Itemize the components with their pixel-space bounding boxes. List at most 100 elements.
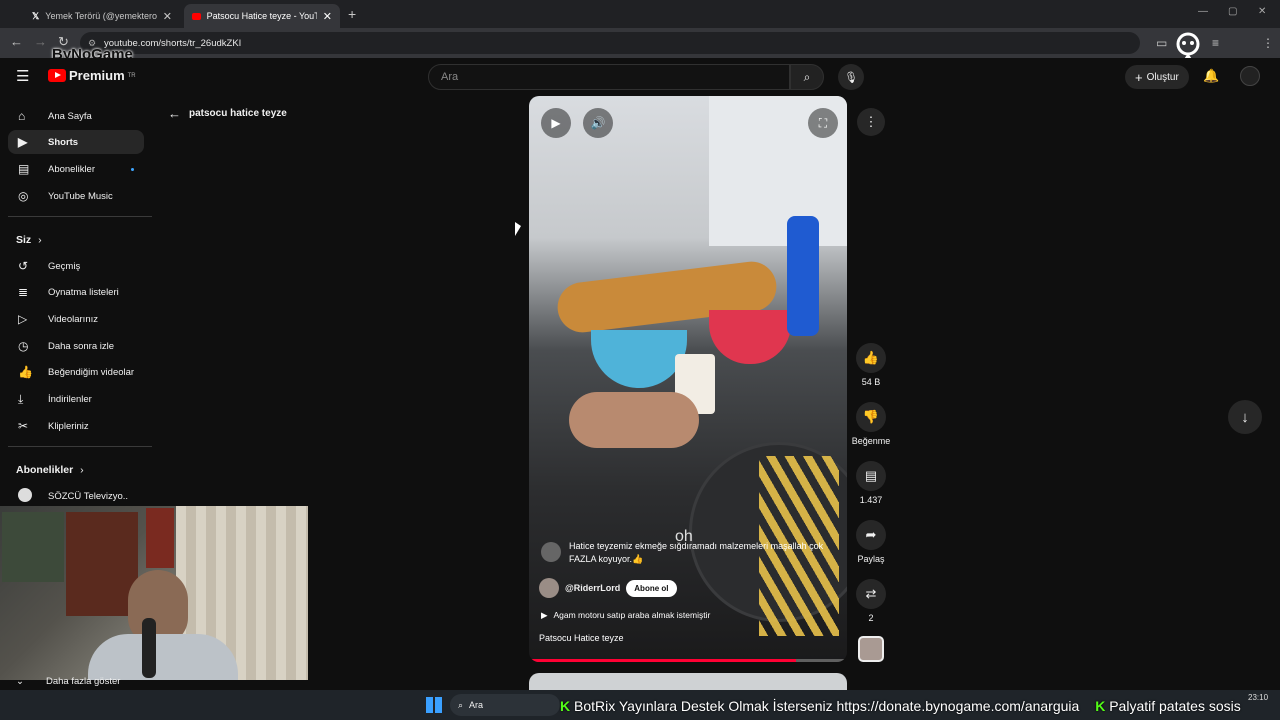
tab-yemek-teroru[interactable]: 𝕏 Yemek Terörü (@yemekteroru_) ✕	[24, 4, 180, 28]
taskbar-search[interactable]: ⌕ Ara	[450, 694, 560, 716]
youtube-icon	[192, 12, 201, 20]
sidebar-item-subscriptions[interactable]: ▤ Abonelikler	[8, 157, 144, 181]
comment-icon: ▤	[856, 461, 886, 491]
short-title[interactable]: Patsocu Hatice teyze	[539, 633, 624, 643]
webcam-poster	[2, 512, 64, 582]
search-input[interactable]: Ara	[428, 64, 790, 90]
history-icon: ↺	[18, 259, 29, 273]
donation-ticker: K BotRix Yayınlara Destek Olmak İstersen…	[560, 698, 1241, 714]
home-icon: ⌂	[18, 109, 26, 123]
minimize-icon[interactable]: —	[1198, 6, 1208, 17]
sidebar-item-shorts[interactable]: ▶ Shorts	[8, 130, 144, 154]
sidebar-item-playlists[interactable]: ≣ Oynatma listeleri	[8, 280, 144, 304]
url-field[interactable]: ⚙ youtube.com/shorts/tr_26udkZKI	[80, 32, 1140, 54]
caption-avatar	[541, 542, 561, 562]
browser-tab-bar: 𝕏 Yemek Terörü (@yemekteroru_) ✕ Patsocu…	[0, 0, 1280, 28]
video-progress-fill	[529, 659, 797, 662]
back-arrow-icon[interactable]: ←	[10, 34, 23, 49]
youtube-play-icon	[48, 69, 66, 82]
music-icon: ◎	[18, 189, 29, 203]
remix-action[interactable]: ⇄ 2	[856, 579, 886, 623]
x-logo-icon: 𝕏	[32, 10, 40, 21]
browser-menu-icon[interactable]: ⋮	[1262, 36, 1274, 50]
sidebar-item-channel-sozcu[interactable]: SÖZCÜ Televizyo...	[8, 484, 144, 508]
playlist-icon: ≣	[18, 285, 29, 299]
streamer-head	[128, 570, 188, 644]
clock: 23:10	[1248, 693, 1269, 702]
video-frame-bowl	[591, 330, 687, 388]
kick-icon: K	[1095, 698, 1106, 714]
fullscreen-icon: ⛶	[818, 115, 828, 130]
webcam-overlay	[0, 506, 308, 680]
new-content-dot	[131, 167, 134, 171]
thumbs-up-icon: 👍	[18, 365, 33, 379]
chevron-down-icon: ⌄	[16, 676, 24, 687]
sidebar-item-history[interactable]: ↺ Geçmiş	[8, 254, 144, 278]
streamer-body	[88, 634, 238, 680]
video-icon: ▷	[18, 312, 28, 326]
tab-patsocu-hatice[interactable]: Patsocu Hatice teyze - YouTube ✕	[184, 4, 340, 28]
short-caption: Hatice teyzemiz ekmeğe sığdıramadı malze…	[541, 540, 831, 566]
volume-button[interactable]: 🔊	[583, 108, 613, 138]
voice-search-button[interactable]: 🎙	[838, 64, 864, 90]
shorts-video-player[interactable]: ▶ 🔊 ⛶ oh Hatice teyzemiz ekmeğe sığdıram…	[529, 96, 847, 662]
cast-icon[interactable]: ▭	[1156, 36, 1167, 50]
sidebar-show-more[interactable]: ⌄ Daha fazla göster	[16, 676, 120, 687]
media-icon[interactable]: ≡	[1212, 36, 1219, 50]
sidebar-item-liked-videos[interactable]: 👍 Beğendiğim videolar	[8, 360, 144, 384]
sidebar-item-your-videos[interactable]: ▷ Videolarınız	[8, 307, 144, 331]
close-tab-icon[interactable]: ✕	[323, 10, 332, 23]
next-short-button[interactable]: ↓	[1228, 400, 1262, 434]
hamburger-menu-icon[interactable]: ☰	[16, 67, 29, 85]
sound-thumbnail[interactable]	[858, 636, 884, 662]
new-tab-icon[interactable]: +	[348, 6, 356, 22]
share-icon: ➦	[856, 520, 886, 550]
comments-action[interactable]: ▤ 1.437	[856, 461, 886, 505]
more-options-button[interactable]: ⋮	[857, 108, 885, 136]
forward-arrow-icon[interactable]: →	[34, 34, 47, 49]
sidebar-item-watch-later[interactable]: ◷ Daha sonra izle	[8, 334, 144, 358]
plus-icon: +	[1135, 69, 1143, 85]
channel-name[interactable]: @RiderrLord	[565, 583, 620, 593]
sidebar-item-clips[interactable]: ✂ Klipleriniz	[8, 414, 144, 438]
play-button[interactable]: ▶	[541, 108, 571, 138]
maximize-icon[interactable]: ▢	[1228, 6, 1237, 17]
channel-row: @RiderrLord Abone ol	[539, 578, 677, 598]
clock-icon: ◷	[18, 339, 29, 353]
download-icon: ⤓	[18, 391, 24, 406]
dislike-action[interactable]: 👎 Beğenme	[850, 402, 892, 446]
music-row[interactable]: ▶ Agam motoru satıp araba almak istemişt…	[541, 610, 710, 621]
subscriptions-section-heading[interactable]: Abonelikler ›	[16, 464, 84, 476]
close-tab-icon[interactable]: ✕	[163, 10, 172, 23]
you-section-heading[interactable]: Siz ›	[16, 234, 42, 246]
more-vertical-icon: ⋮	[864, 114, 878, 129]
notifications-bell-icon[interactable]: 🔔	[1203, 68, 1219, 84]
play-icon: ▶	[551, 116, 561, 130]
youtube-header: ☰ Premium TR Ara ⌕ 🎙 + Oluştur 🔔	[0, 58, 1280, 96]
fullscreen-button[interactable]: ⛶	[808, 108, 838, 138]
shorts-icon: ▶	[18, 135, 28, 149]
sidebar-item-home[interactable]: ⌂ Ana Sayfa	[8, 104, 144, 128]
play-small-icon: ▶	[541, 610, 548, 620]
shorts-back-header[interactable]: ← patsocu hatice teyze	[168, 106, 287, 121]
channel-avatar[interactable]	[539, 578, 559, 598]
windows-start-icon[interactable]	[426, 697, 442, 713]
share-action[interactable]: ➦ Paylaş	[856, 520, 886, 564]
youtube-premium-logo[interactable]: Premium TR	[48, 68, 136, 83]
sidebar-divider	[8, 446, 152, 447]
search-button[interactable]: ⌕	[790, 64, 824, 90]
back-arrow-icon[interactable]: ←	[168, 106, 181, 121]
sidebar-item-downloads[interactable]: ⤓ İndirilenler	[8, 387, 144, 411]
subscribe-button[interactable]: Abone ol	[626, 579, 677, 597]
volume-icon: 🔊	[590, 116, 606, 130]
like-action[interactable]: 👍 54 B	[856, 343, 886, 387]
thumbs-up-icon: 👍	[856, 343, 886, 373]
kick-icon: K	[560, 698, 571, 714]
close-window-icon[interactable]: ✕	[1258, 6, 1266, 17]
sidebar-item-youtube-music[interactable]: ◎ YouTube Music	[8, 184, 144, 208]
remix-icon: ⇄	[856, 579, 886, 609]
scissors-icon: ✂	[18, 419, 29, 433]
video-progress-bar[interactable]	[529, 659, 847, 662]
account-avatar[interactable]	[1240, 66, 1260, 86]
create-button[interactable]: + Oluştur	[1125, 65, 1189, 89]
